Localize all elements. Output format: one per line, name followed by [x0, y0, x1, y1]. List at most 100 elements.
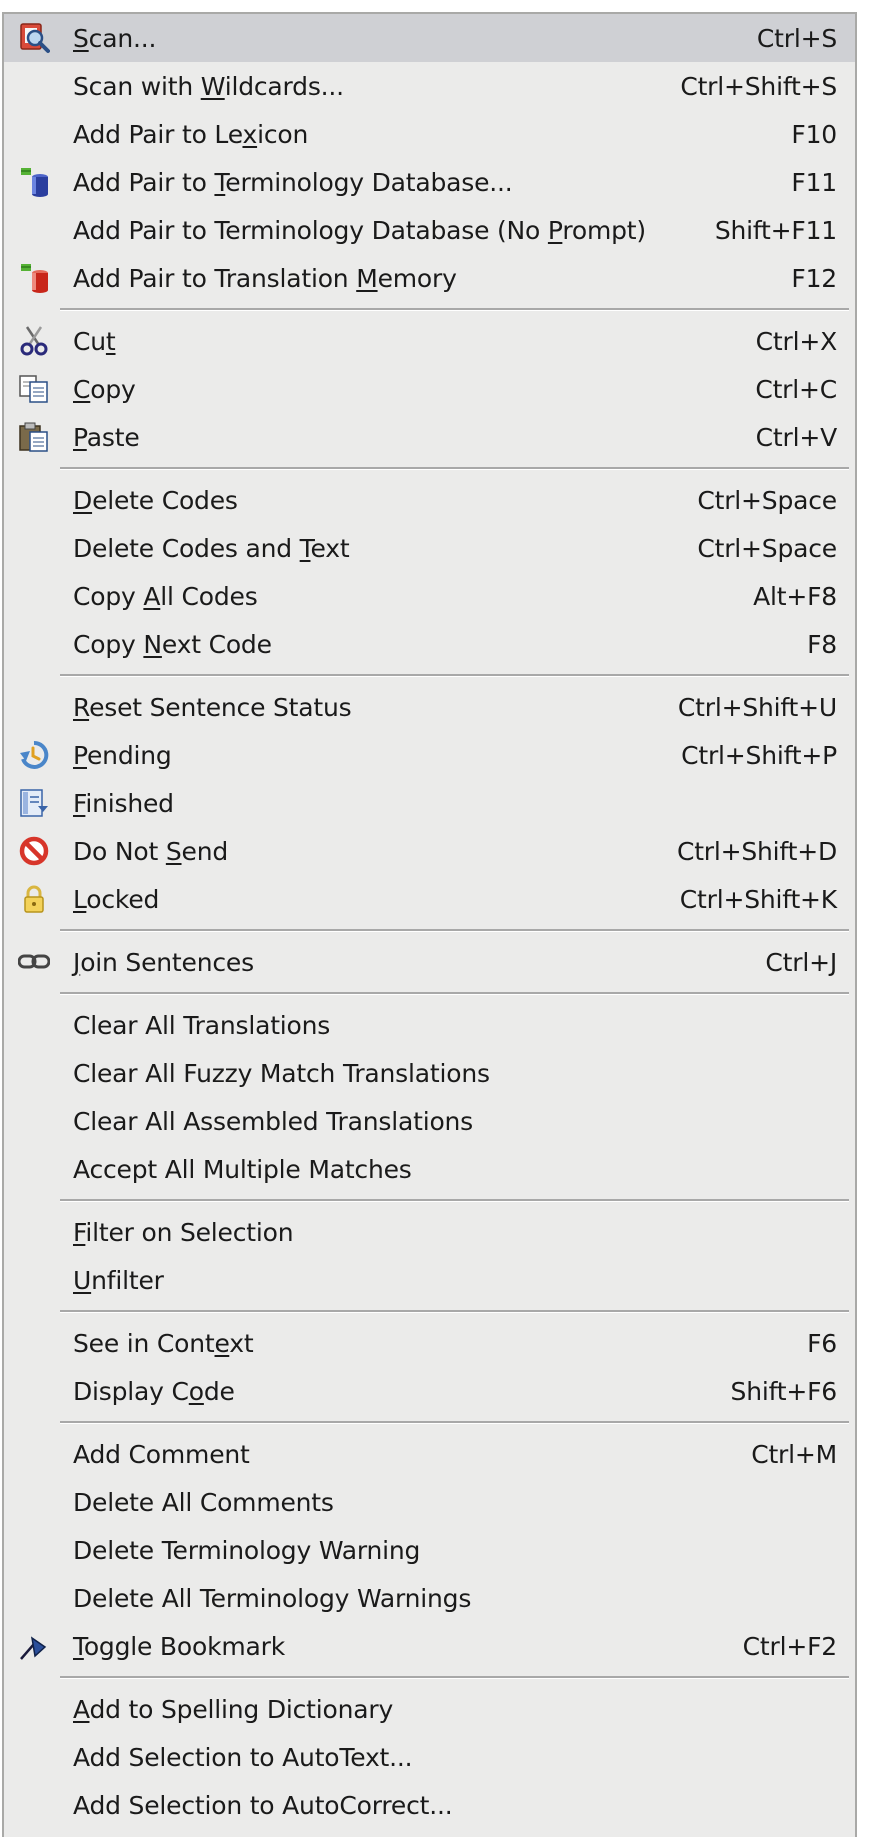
- context-menu: Scan... Ctrl+S Scan with Wildcards... Ctrl+…: [2, 12, 857, 1837]
- menu-separator: [4, 923, 855, 938]
- menu-item-label: Do Not Send: [73, 836, 229, 866]
- menu-item-shortcut: Ctrl+X: [755, 326, 838, 356]
- menu-separator: [4, 1670, 855, 1685]
- menu-item-label: Pending: [73, 740, 172, 770]
- menu-item-clear-all-fuzzy-match-translations[interactable]: Clear All Fuzzy Match Translations: [4, 1049, 855, 1097]
- lock-icon: [18, 883, 50, 915]
- menu-item-label: Add Comment: [73, 1439, 250, 1469]
- menu-separator: [4, 302, 855, 317]
- menu-separator: [4, 986, 855, 1001]
- menu-item-copy[interactable]: Copy Ctrl+C: [4, 365, 855, 413]
- menu-item-delete-all-comments[interactable]: Delete All Comments: [4, 1478, 855, 1526]
- menu-item-add-pair-to-terminology-database[interactable]: Add Pair to Terminology Database... F11: [4, 158, 855, 206]
- menu-item-label: Clear All Assembled Translations: [73, 1106, 474, 1136]
- menu-item-label: Add Selection to AutoText...: [73, 1742, 413, 1772]
- menu-item-shortcut: Ctrl+S: [756, 23, 837, 53]
- menu-item-reset-sentence-status[interactable]: Reset Sentence Status Ctrl+Shift+U: [4, 683, 855, 731]
- menu-item-delete-all-terminology-warnings[interactable]: Delete All Terminology Warnings: [4, 1574, 855, 1622]
- menu-item-do-not-send[interactable]: Do Not Send Ctrl+Shift+D: [4, 827, 855, 875]
- menu-item-toggle-bookmark[interactable]: Toggle Bookmark Ctrl+F2: [4, 1622, 855, 1670]
- finished-icon: [18, 787, 50, 819]
- menu-item-label: Clear All Translations: [73, 1010, 331, 1040]
- menu-item-label: Delete All Terminology Warnings: [73, 1583, 472, 1613]
- menu-item-shortcut: Ctrl+Space: [697, 485, 837, 515]
- menu-item-accept-all-multiple-matches[interactable]: Accept All Multiple Matches: [4, 1145, 855, 1193]
- menu-item-shortcut: Ctrl+Shift+S: [680, 71, 837, 101]
- menu-separator: [4, 668, 855, 683]
- copy-icon: [18, 373, 50, 405]
- bookmark-icon: [18, 1630, 50, 1662]
- menu-item-clear-all-translations[interactable]: Clear All Translations: [4, 1001, 855, 1049]
- menu-item-add-pair-to-translation-memory[interactable]: Add Pair to Translation Memory F12: [4, 254, 855, 302]
- menu-item-label: Add Pair to Terminology Database...: [73, 167, 513, 197]
- menu-item-locked[interactable]: Locked Ctrl+Shift+K: [4, 875, 855, 923]
- menu-item-filter-on-selection[interactable]: Filter on Selection: [4, 1208, 855, 1256]
- menu-item-delete-terminology-warning[interactable]: Delete Terminology Warning: [4, 1526, 855, 1574]
- menu-item-add-pair-to-terminology-database-no-prompt[interactable]: Add Pair to Terminology Database (No Pro…: [4, 206, 855, 254]
- scissors-icon: [18, 325, 50, 357]
- menu-item-shortcut: Ctrl+Shift+U: [677, 692, 837, 722]
- menu-item-label: Reset Sentence Status: [73, 692, 352, 722]
- menu-item-label: Scan...: [73, 23, 157, 53]
- menu-item-shortcut: Ctrl+V: [755, 422, 838, 452]
- menu-item-shortcut: F8: [807, 629, 837, 659]
- menu-item-clear-all-assembled-translations[interactable]: Clear All Assembled Translations: [4, 1097, 855, 1145]
- menu-item-add-comment[interactable]: Add Comment Ctrl+M: [4, 1430, 855, 1478]
- menu-item-shortcut: F6: [807, 1328, 837, 1358]
- menu-item-display-code[interactable]: Display Code Shift+F6: [4, 1367, 855, 1415]
- menu-item-add-selection-to-autocorrect[interactable]: Add Selection to AutoCorrect...: [4, 1781, 855, 1829]
- menu-item-shortcut: F12: [791, 263, 837, 293]
- menu-separator: [4, 1304, 855, 1319]
- menu-item-shortcut: Ctrl+J: [765, 947, 837, 977]
- menu-item-add-pair-to-lexicon[interactable]: Add Pair to Lexicon F10: [4, 110, 855, 158]
- menu-item-label: Add to Spelling Dictionary: [73, 1694, 394, 1724]
- menu-item-label: Join Sentences: [73, 947, 254, 977]
- menu-item-shortcut: F11: [791, 167, 837, 197]
- translation-memory-icon: [18, 262, 50, 294]
- menu-item-copy-next-code[interactable]: Copy Next Code F8: [4, 620, 855, 668]
- menu-item-shortcut: Ctrl+Shift+P: [681, 740, 837, 770]
- menu-item-label: Scan with Wildcards...: [73, 71, 344, 101]
- menu-item-label: Unfilter: [73, 1265, 164, 1295]
- menu-item-shortcut: Shift+F11: [714, 215, 837, 245]
- menu-item-label: See in Context: [73, 1328, 254, 1358]
- menu-item-label: Delete Codes: [73, 485, 238, 515]
- menu-item-label: Add Pair to Translation Memory: [73, 263, 457, 293]
- menu-item-join-sentences[interactable]: Join Sentences Ctrl+J: [4, 938, 855, 986]
- menu-item-delete-codes-and-text[interactable]: Delete Codes and Text Ctrl+Space: [4, 524, 855, 572]
- menu-item-label: Copy: [73, 374, 136, 404]
- menu-item-copy-all-codes[interactable]: Copy All Codes Alt+F8: [4, 572, 855, 620]
- menu-item-scan[interactable]: Scan... Ctrl+S: [4, 14, 855, 62]
- menu-item-label: Cut: [73, 326, 116, 356]
- menu-item-unfilter[interactable]: Unfilter: [4, 1256, 855, 1304]
- menu-item-label: Locked: [73, 884, 160, 914]
- menu-item-delete-codes[interactable]: Delete Codes Ctrl+Space: [4, 476, 855, 524]
- menu-item-cut[interactable]: Cut Ctrl+X: [4, 317, 855, 365]
- menu-item-label: Clear All Fuzzy Match Translations: [73, 1058, 490, 1088]
- menu-item-shortcut: Shift+F6: [730, 1376, 838, 1406]
- menu-item-see-in-context[interactable]: See in Context F6: [4, 1319, 855, 1367]
- menu-item-label: Delete Codes and Text: [73, 533, 350, 563]
- menu-item-finished[interactable]: Finished: [4, 779, 855, 827]
- menu-item-shortcut: Ctrl+F2: [742, 1631, 838, 1661]
- menu-item-label: Toggle Bookmark: [73, 1631, 285, 1661]
- menu-item-shortcut: Ctrl+Shift+D: [676, 836, 837, 866]
- menu-item-shortcut: Ctrl+M: [751, 1439, 837, 1469]
- scan-icon: [18, 22, 50, 54]
- menu-item-label: Paste: [73, 422, 140, 452]
- pending-icon: [18, 739, 50, 771]
- menu-item-shortcut: Ctrl+Shift+K: [679, 884, 837, 914]
- menu-item-add-to-spelling-dictionary[interactable]: Add to Spelling Dictionary: [4, 1685, 855, 1733]
- menu-item-add-selection-to-autotext[interactable]: Add Selection to AutoText...: [4, 1733, 855, 1781]
- menu-item-shortcut: F10: [791, 119, 837, 149]
- menu-item-label: Finished: [73, 788, 174, 818]
- menu-item-label: Delete Terminology Warning: [73, 1535, 421, 1565]
- menu-item-label: Display Code: [73, 1376, 235, 1406]
- menu-item-paste[interactable]: Paste Ctrl+V: [4, 413, 855, 461]
- menu-item-scan-with-wildcards[interactable]: Scan with Wildcards... Ctrl+Shift+S: [4, 62, 855, 110]
- menu-item-label: Delete All Comments: [73, 1487, 334, 1517]
- do-not-send-icon: [18, 835, 50, 867]
- menu-separator: [4, 1415, 855, 1430]
- menu-item-pending[interactable]: Pending Ctrl+Shift+P: [4, 731, 855, 779]
- menu-item-shortcut: Ctrl+C: [755, 374, 837, 404]
